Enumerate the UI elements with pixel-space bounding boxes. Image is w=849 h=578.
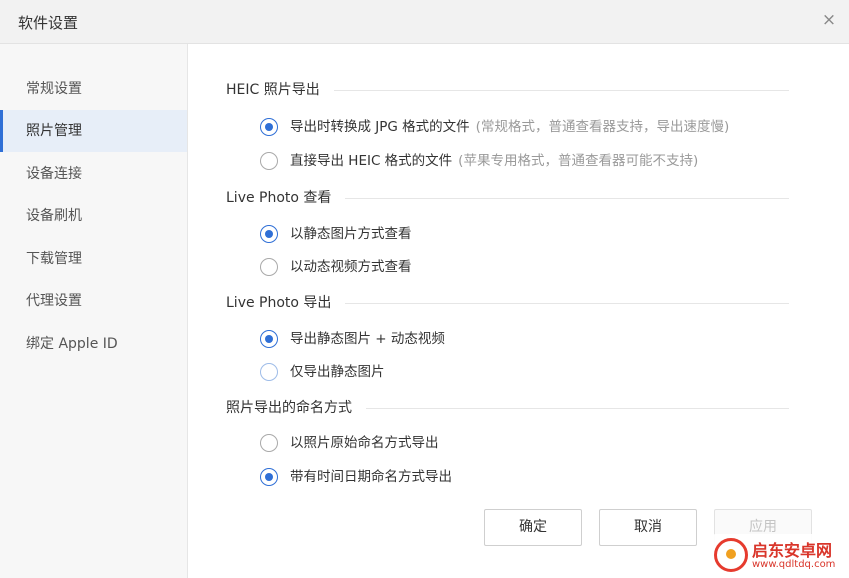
close-icon[interactable]: × xyxy=(819,10,839,30)
radio-unchecked-icon[interactable] xyxy=(260,363,278,381)
option-label: 以动态视频方式查看 xyxy=(290,259,412,275)
option-hint: (苹果专用格式，普通查看器可能不支持) xyxy=(458,153,699,169)
radio-checked-icon[interactable] xyxy=(260,118,278,136)
radio-unchecked-icon[interactable] xyxy=(260,258,278,276)
radio-unchecked-icon[interactable] xyxy=(260,152,278,170)
settings-window: 软件设置 × 常规设置 照片管理 设备连接 设备刷机 下载管理 代理设置 绑定 … xyxy=(0,0,849,578)
sidebar-item-device-connection[interactable]: 设备连接 xyxy=(0,153,187,195)
sidebar-item-general[interactable]: 常规设置 xyxy=(0,68,187,110)
section-naming: 照片导出的命名方式 xyxy=(226,397,789,419)
watermark: 启东安卓网 www.qdltdq.com xyxy=(710,534,847,576)
sidebar-item-device-flash[interactable]: 设备刷机 xyxy=(0,195,187,237)
option-label: 以照片原始命名方式导出 xyxy=(290,435,439,451)
option-label: 带有时间日期命名方式导出 xyxy=(290,469,452,485)
section-title: 照片导出的命名方式 xyxy=(226,397,366,419)
sidebar-item-bind-apple-id[interactable]: 绑定 Apple ID xyxy=(0,323,187,365)
section-heic-export: HEIC 照片导出 xyxy=(226,79,789,101)
option-label: 导出时转换成 JPG 格式的文件 xyxy=(290,119,470,135)
window-title: 软件设置 xyxy=(18,14,79,32)
cancel-button[interactable]: 取消 xyxy=(599,509,697,546)
option-label: 导出静态图片 + 动态视频 xyxy=(290,331,445,347)
radio-checked-icon[interactable] xyxy=(260,330,278,348)
section-live-photo-view: Live Photo 查看 xyxy=(226,187,789,209)
option-hint: (常规格式，普通查看器支持，导出速度慢) xyxy=(475,119,730,135)
watermark-title: 启东安卓网 xyxy=(752,541,833,560)
radio-checked-icon[interactable] xyxy=(260,225,278,243)
radio-unchecked-icon[interactable] xyxy=(260,434,278,452)
confirm-button[interactable]: 确定 xyxy=(484,509,582,546)
sidebar-item-photo-management[interactable]: 照片管理 xyxy=(0,110,187,152)
sidebar-item-download-management[interactable]: 下载管理 xyxy=(0,238,187,280)
section-title: Live Photo 查看 xyxy=(226,187,346,209)
title-bar: 软件设置 × xyxy=(0,0,849,44)
settings-content: HEIC 照片导出 导出时转换成 JPG 格式的文件 (常规格式，普通查看器支持，… xyxy=(189,44,849,578)
watermark-logo-icon xyxy=(714,538,748,572)
sidebar-item-proxy-settings[interactable]: 代理设置 xyxy=(0,280,187,322)
option-label: 以静态图片方式查看 xyxy=(290,226,412,242)
watermark-url: www.qdltdq.com xyxy=(752,559,836,570)
radio-checked-icon[interactable] xyxy=(260,468,278,486)
sidebar: 常规设置 照片管理 设备连接 设备刷机 下载管理 代理设置 绑定 Apple I… xyxy=(0,44,188,578)
section-title: HEIC 照片导出 xyxy=(226,79,334,101)
section-title: Live Photo 导出 xyxy=(226,292,346,314)
section-live-photo-export: Live Photo 导出 xyxy=(226,292,789,314)
option-label: 仅导出静态图片 xyxy=(290,364,385,380)
option-label: 直接导出 HEIC 格式的文件 xyxy=(290,153,453,169)
